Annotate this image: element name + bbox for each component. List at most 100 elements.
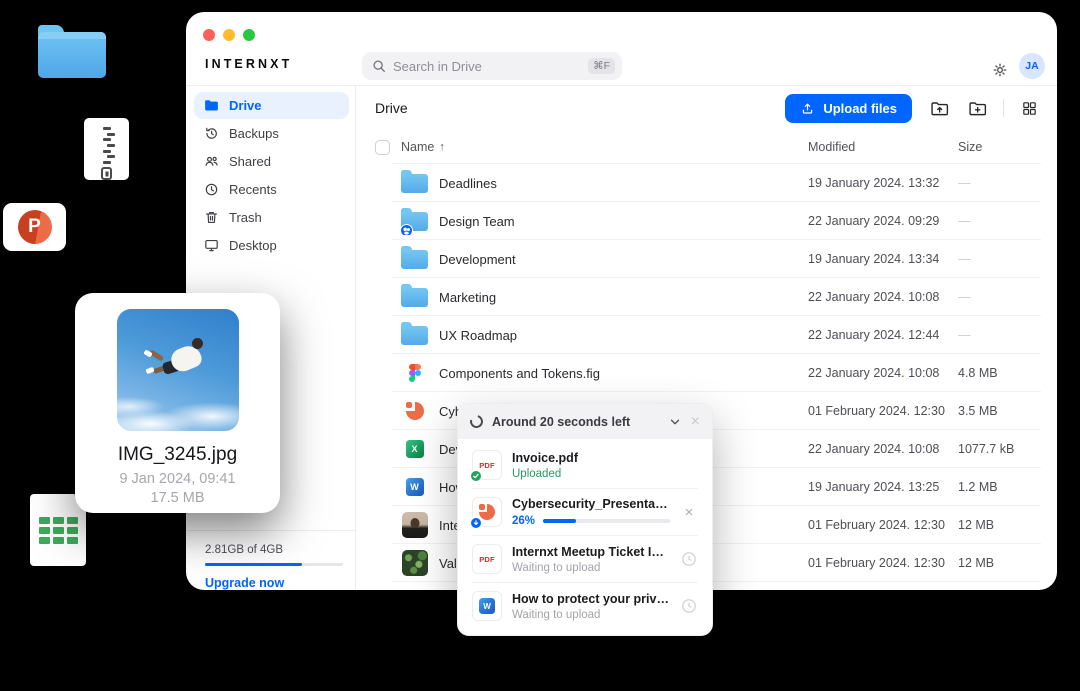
file-size: — [958, 214, 1041, 228]
table-row[interactable]: UX Roadmap 22 January 2024. 12:44 — [356, 316, 1057, 354]
close-window-button[interactable] [203, 29, 215, 41]
upload-widget-title: Around 20 seconds left [492, 415, 659, 429]
upload-widget: Around 20 seconds left × PDF Invoice.pdf… [457, 403, 713, 636]
traffic-lights [203, 29, 255, 41]
sidebar-item-drive[interactable]: Drive [194, 92, 349, 119]
table-row[interactable]: Components and Tokens.fig 22 January 202… [356, 354, 1057, 392]
upload-file-name: How to protect your privacy.doc [512, 592, 670, 606]
word-icon: W [472, 591, 502, 621]
folder-icon [203, 97, 220, 114]
progress-bar [543, 519, 670, 523]
file-size: — [958, 252, 1041, 266]
sidebar-item-trash[interactable]: Trash [194, 204, 349, 231]
sidebar-item-shared[interactable]: Shared [194, 148, 349, 175]
waiting-clock-icon [680, 598, 698, 614]
sidebar-item-label: Trash [229, 210, 262, 225]
upload-item: W How to protect your privacy.doc Waitin… [472, 582, 698, 629]
sidebar-item-desktop[interactable]: Desktop [194, 232, 349, 259]
upload-item: PDF Invoice.pdf Uploaded [472, 442, 698, 488]
file-name: UX Roadmap [439, 328, 517, 343]
storage-usage-fill [205, 563, 302, 567]
file-size: — [958, 328, 1041, 342]
file-modified: 01 February 2024. 12:30 [808, 556, 958, 570]
sidebar-item-label: Shared [229, 154, 271, 169]
powerpoint-file-icon[interactable]: P [3, 203, 66, 251]
avatar[interactable]: JA [1019, 53, 1045, 79]
upload-icon [800, 101, 815, 116]
settings-gear-icon[interactable] [991, 61, 1009, 79]
file-size: 1077.7 kB [958, 442, 1041, 456]
powerpoint-icon [472, 497, 502, 527]
storage-usage: 2.81GB of 4GB Upgrade now [186, 530, 355, 591]
file-name: Deadlines [439, 176, 497, 191]
file-size: 1.2 MB [958, 480, 1041, 494]
upload-files-button[interactable]: Upload files [785, 94, 912, 123]
progress-fill [543, 519, 576, 523]
close-icon[interactable]: × [691, 414, 700, 430]
waiting-clock-icon [680, 551, 698, 567]
image-thumbnail [117, 309, 239, 431]
file-modified: 22 January 2024. 10:08 [808, 366, 958, 380]
file-modified: 19 January 2024. 13:34 [808, 252, 958, 266]
window-header: INTERNXT ⌘F JA [186, 12, 1057, 86]
file-name: Marketing [439, 290, 496, 305]
word-icon: W [406, 478, 424, 496]
file-modified: 22 January 2024. 10:08 [808, 290, 958, 304]
sidebar-item-recents[interactable]: Recents [194, 176, 349, 203]
storage-usage-bar [205, 563, 343, 567]
file-modified: 22 January 2024. 09:29 [808, 214, 958, 228]
upload-widget-header: Around 20 seconds left × [458, 404, 712, 439]
pdf-icon: PDF [472, 450, 502, 480]
minimize-window-button[interactable] [223, 29, 235, 41]
upload-status: Uploaded [512, 468, 670, 480]
file-modified: 01 February 2024. 12:30 [808, 404, 958, 418]
uploaded-check-icon [469, 469, 483, 483]
file-size: 4.8 MB [958, 366, 1041, 380]
table-row[interactable]: Development 19 January 2024. 13:34 — [356, 240, 1057, 278]
image-preview-card[interactable]: IMG_3245.jpg 9 Jan 2024, 09:41 17.5 MB [75, 293, 280, 513]
upload-item: Cybersecurity_Presentation.ppt 26% × [472, 488, 698, 535]
uploading-arrow-icon [469, 516, 483, 530]
brand-logo: INTERNXT [205, 57, 292, 71]
table-row[interactable]: Deadlines 19 January 2024. 13:32 — [356, 164, 1057, 202]
table-row[interactable]: Design Team 22 January 2024. 09:29 — [356, 202, 1057, 240]
table-row[interactable]: Marketing 22 January 2024. 10:08 — [356, 278, 1057, 316]
zipper-pull-icon [101, 167, 112, 180]
clock-icon [203, 181, 220, 198]
zip-file-icon[interactable] [84, 118, 129, 180]
storage-usage-label: 2.81GB of 4GB [205, 544, 339, 556]
sidebar-item-label: Backups [229, 126, 279, 141]
collapse-chevron-icon[interactable] [668, 415, 682, 429]
column-header-name[interactable]: Name ↑ [401, 140, 808, 154]
image-thumbnail [402, 512, 428, 538]
trash-icon [203, 209, 220, 226]
monitor-icon [203, 237, 220, 254]
sidebar-item-backups[interactable]: Backups [194, 120, 349, 147]
upload-spinner-icon [468, 413, 486, 431]
jumping-person-photo [147, 337, 209, 393]
upload-status: Waiting to upload [512, 609, 670, 621]
table-header: Name ↑ Modified Size [356, 130, 1057, 164]
file-size: — [958, 176, 1041, 190]
search-icon [372, 59, 386, 73]
image-size: 17.5 MB [151, 490, 205, 506]
new-folder-button[interactable] [967, 98, 988, 119]
excel-icon: X [406, 440, 424, 458]
upgrade-link[interactable]: Upgrade now [205, 576, 339, 590]
image-thumbnail [402, 550, 428, 576]
upload-folder-button[interactable] [929, 98, 950, 119]
zipper-icon [103, 126, 111, 165]
upload-file-name: Cybersecurity_Presentation.ppt [512, 497, 670, 511]
folder-icon [401, 250, 428, 269]
content-toolbar: Drive Upload files [356, 86, 1057, 130]
search-shortcut-badge: ⌘F [588, 58, 615, 74]
search-input[interactable] [393, 59, 588, 74]
desktop-folder-icon[interactable] [38, 32, 106, 78]
search-bar[interactable]: ⌘F [362, 52, 622, 80]
select-all-checkbox[interactable] [375, 140, 390, 155]
cancel-upload-button[interactable]: × [685, 505, 694, 520]
file-modified: 19 January 2024. 13:25 [808, 480, 958, 494]
grid-view-button[interactable] [1021, 100, 1038, 117]
image-date: 9 Jan 2024, 09:41 [119, 471, 235, 487]
zoom-window-button[interactable] [243, 29, 255, 41]
